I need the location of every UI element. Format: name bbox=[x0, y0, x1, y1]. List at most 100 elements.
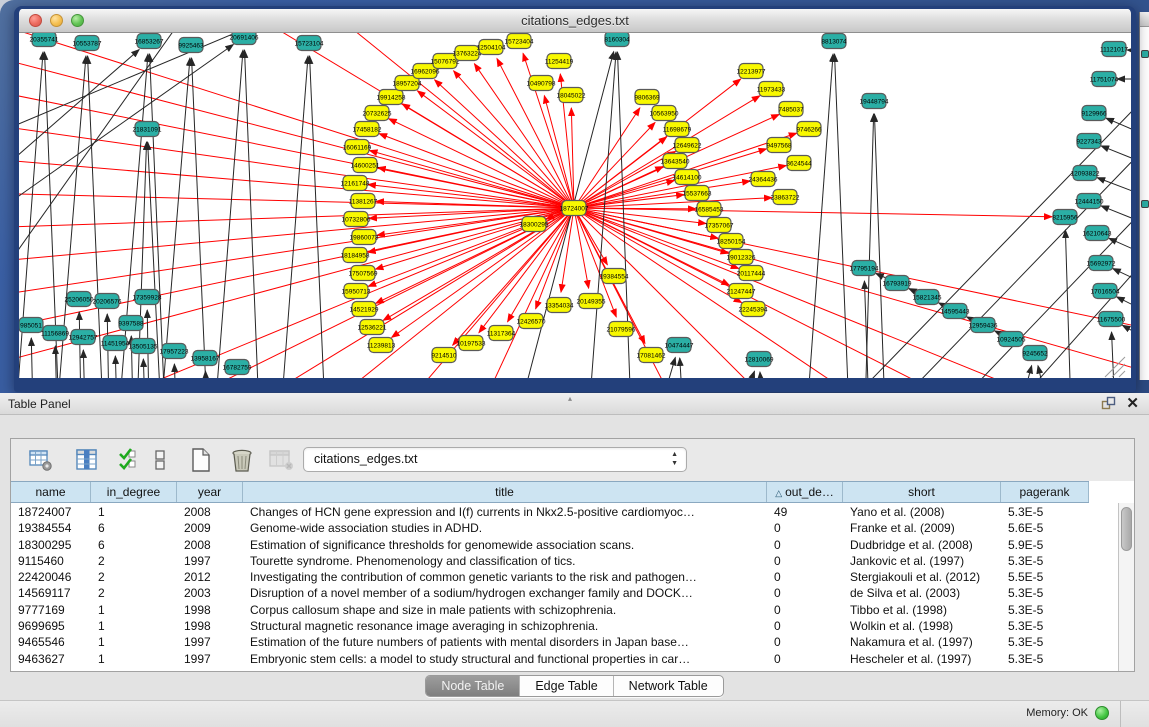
network-node[interactable]: 17957223 bbox=[160, 344, 189, 359]
network-node[interactable]: 9746266 bbox=[796, 122, 822, 137]
network-node[interactable]: 10924505 bbox=[997, 332, 1026, 347]
network-node[interactable]: 16793919 bbox=[883, 276, 912, 291]
network-node[interactable]: 9227343 bbox=[1076, 134, 1102, 149]
network-node[interactable]: 12426570 bbox=[517, 314, 546, 329]
network-node[interactable]: 20206576 bbox=[93, 294, 122, 309]
network-node[interactable]: 12504104 bbox=[477, 40, 506, 55]
network-node[interactable]: 11698679 bbox=[663, 122, 692, 137]
table-settings-icon[interactable] bbox=[29, 448, 55, 472]
network-node[interactable]: 16585453 bbox=[695, 202, 724, 217]
network-node[interactable]: 11675500 bbox=[1097, 312, 1126, 327]
network-node[interactable]: 14614100 bbox=[673, 170, 702, 185]
network-node[interactable]: 24364436 bbox=[749, 172, 778, 187]
network-node[interactable]: 12536221 bbox=[358, 320, 387, 335]
network-node[interactable]: 9497568 bbox=[766, 138, 792, 153]
table-row[interactable]: 946362711997Embryonic stem cells: a mode… bbox=[11, 651, 1118, 667]
tab-edge-table[interactable]: Edge Table bbox=[519, 676, 612, 696]
network-node[interactable]: 13505135 bbox=[129, 339, 158, 354]
network-node[interactable]: 18300295 bbox=[520, 217, 549, 232]
network-node[interactable]: 11156869 bbox=[41, 326, 69, 341]
network-node[interactable]: 9214510 bbox=[431, 348, 457, 363]
network-node[interactable]: 11121017 bbox=[1100, 42, 1128, 57]
network-node[interactable]: 3624544 bbox=[786, 156, 812, 171]
close-panel-icon[interactable]: ✕ bbox=[1126, 396, 1139, 411]
network-node[interactable]: 11973433 bbox=[757, 82, 786, 97]
network-node[interactable]: 16853267 bbox=[135, 34, 164, 49]
show-columns-icon[interactable] bbox=[75, 448, 99, 472]
column-header-pagerank[interactable]: pagerank bbox=[1001, 482, 1089, 502]
network-node[interactable]: 8813074 bbox=[821, 34, 847, 49]
network-node[interactable]: 14521929 bbox=[350, 302, 379, 317]
create-table-icon[interactable] bbox=[189, 447, 213, 473]
network-node[interactable]: 17016504 bbox=[1091, 284, 1120, 299]
table-row[interactable]: 911546021997Tourette syndrome. Phenomeno… bbox=[11, 553, 1118, 569]
memory-status-indicator[interactable] bbox=[1095, 706, 1109, 720]
table-row[interactable]: 1456911722003Disruption of a novel membe… bbox=[11, 585, 1118, 601]
network-node[interactable]: 12649622 bbox=[673, 138, 702, 153]
table-row[interactable]: 1830029562008Estimation of significance … bbox=[11, 537, 1118, 553]
network-node[interactable]: 9397588 bbox=[118, 316, 144, 331]
network-node[interactable]: 17357067 bbox=[705, 218, 734, 233]
network-canvas[interactable]: 1872400717458182160611691460025112161748… bbox=[19, 33, 1131, 378]
window-titlebar[interactable]: citations_edges.txt bbox=[19, 9, 1131, 33]
network-node[interactable]: 20732625 bbox=[363, 106, 392, 121]
network-node[interactable]: 9129966 bbox=[1081, 106, 1107, 121]
network-node[interactable]: 20691406 bbox=[230, 33, 259, 45]
network-node[interactable]: 10732806 bbox=[342, 212, 371, 227]
network-node[interactable]: 18045022 bbox=[557, 88, 586, 103]
network-node[interactable]: 14595443 bbox=[941, 304, 970, 319]
network-node[interactable]: 9806369 bbox=[634, 90, 660, 105]
network-node[interactable]: 23863722 bbox=[771, 190, 800, 205]
column-header-title[interactable]: title bbox=[243, 482, 767, 502]
network-node[interactable]: 15692972 bbox=[1087, 256, 1116, 271]
network-node[interactable]: 16061169 bbox=[343, 140, 372, 155]
network-node[interactable]: 17795194 bbox=[850, 261, 879, 276]
resize-grip-icon[interactable] bbox=[1105, 357, 1125, 377]
network-node[interactable]: 19860073 bbox=[350, 230, 379, 245]
network-node[interactable]: 21079596 bbox=[607, 322, 636, 337]
stacked-rows-icon[interactable] bbox=[153, 448, 167, 472]
tab-network-table[interactable]: Network Table bbox=[613, 676, 723, 696]
network-node[interactable]: 16210643 bbox=[1083, 226, 1112, 241]
network-node[interactable]: 21247447 bbox=[727, 284, 756, 299]
column-header-out_de[interactable]: △out_de… bbox=[767, 482, 843, 502]
network-node[interactable]: 11751074 bbox=[1090, 72, 1119, 87]
network-node[interactable]: 15950713 bbox=[342, 284, 371, 299]
trash-icon[interactable] bbox=[229, 447, 255, 473]
network-node[interactable]: 15537663 bbox=[683, 186, 712, 201]
table-source-select[interactable]: citations_edges.txt ▲▼ bbox=[303, 447, 687, 472]
tab-node-table[interactable]: Node Table bbox=[426, 676, 519, 696]
network-node[interactable]: 9245652 bbox=[1022, 346, 1048, 361]
network-node[interactable]: 10197533 bbox=[457, 336, 486, 351]
network-node[interactable]: 17458182 bbox=[353, 122, 382, 137]
float-window-icon[interactable] bbox=[1101, 396, 1116, 411]
background-network-window[interactable] bbox=[1139, 12, 1149, 380]
table-row[interactable]: 946554611997Estimation of the future num… bbox=[11, 634, 1118, 650]
scrollbar-thumb[interactable] bbox=[1121, 507, 1132, 551]
network-node[interactable]: 8215956 bbox=[1052, 210, 1078, 225]
table-vertical-scrollbar[interactable] bbox=[1118, 503, 1134, 671]
network-node[interactable]: 12959436 bbox=[969, 318, 998, 333]
network-node[interactable]: 9925463 bbox=[178, 38, 204, 53]
column-header-year[interactable]: year bbox=[177, 482, 243, 502]
network-node[interactable]: 17359928 bbox=[133, 290, 162, 305]
network-node[interactable]: 12810069 bbox=[745, 352, 774, 367]
table-row[interactable]: 1872400712008Changes of HCN gene express… bbox=[11, 504, 1118, 520]
network-node[interactable]: 18724007 bbox=[560, 201, 589, 216]
network-node[interactable]: 13958167 bbox=[191, 351, 220, 366]
table-row[interactable]: 977716911998Corpus callosum shape and si… bbox=[11, 602, 1118, 618]
network-node[interactable]: 18184958 bbox=[341, 248, 370, 263]
network-node[interactable]: 17081462 bbox=[637, 348, 666, 363]
network-node[interactable]: 11317364 bbox=[487, 326, 516, 341]
column-header-short[interactable]: short bbox=[843, 482, 1001, 502]
network-node[interactable]: 10490798 bbox=[527, 76, 556, 91]
network-node[interactable]: 12444150 bbox=[1075, 194, 1104, 209]
network-node[interactable]: 19448794 bbox=[860, 94, 889, 109]
network-node[interactable]: 11381267 bbox=[349, 194, 378, 209]
column-header-in_degree[interactable]: in_degree bbox=[91, 482, 177, 502]
network-node[interactable]: 15821345 bbox=[913, 290, 942, 305]
network-node[interactable]: 7485037 bbox=[778, 102, 804, 117]
network-node[interactable]: 10474447 bbox=[665, 338, 694, 353]
network-node[interactable]: 12942757 bbox=[69, 330, 98, 345]
delete-table-icon[interactable] bbox=[269, 448, 295, 472]
